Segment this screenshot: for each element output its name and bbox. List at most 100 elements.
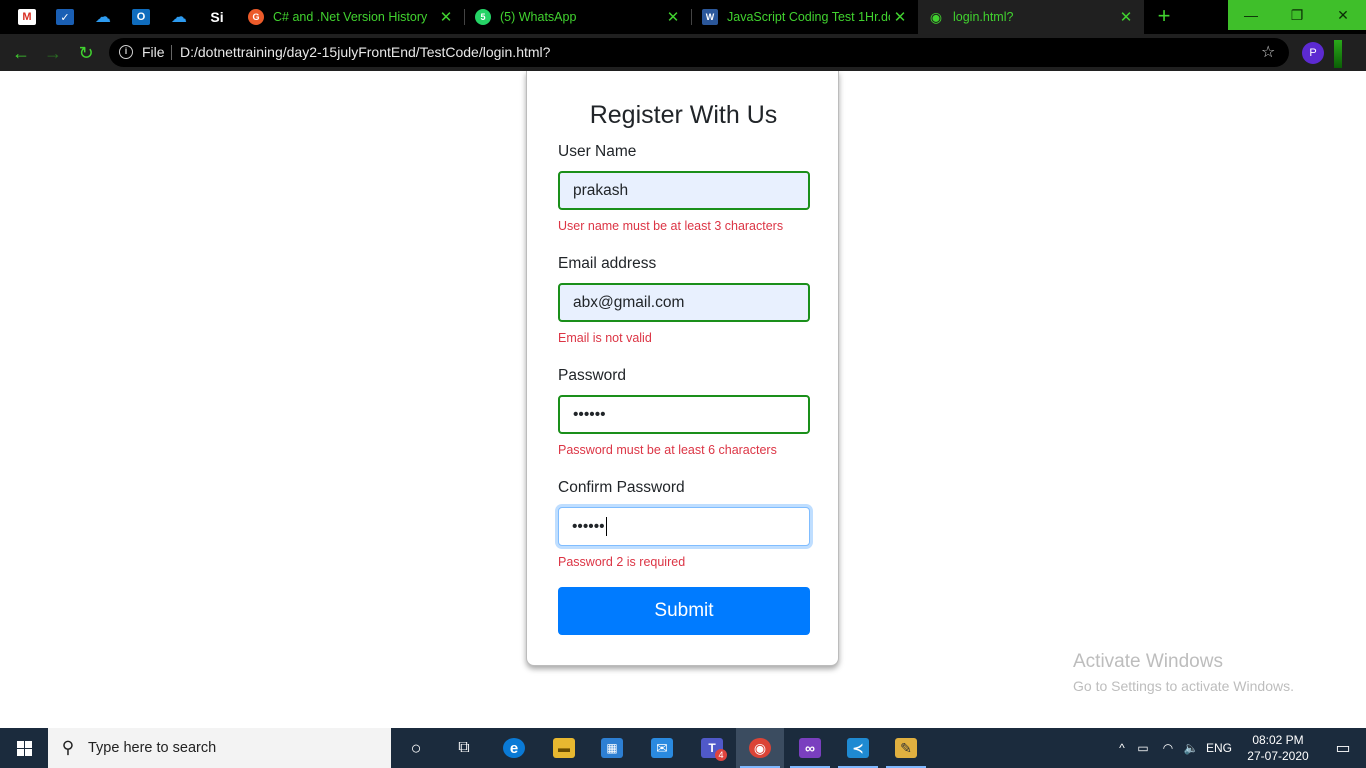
tab-title: login.html? [953,10,1014,24]
tab-csharp-history[interactable]: G C# and .Net Version History ✕ [238,0,464,34]
pinned-tab-app[interactable]: ✓ [46,0,84,34]
tab-javascript-test-doc[interactable]: W JavaScript Coding Test 1Hr.doc ✕ [692,0,918,34]
forward-button[interactable]: → [40,41,66,65]
app-icon: ✓ [56,9,74,25]
minimize-button[interactable]: — [1228,0,1274,30]
vscode-icon: ≺ [847,738,869,758]
taskbar-teams[interactable]: T 4 [688,728,736,768]
watermark-subtitle: Go to Settings to activate Windows. [1073,678,1294,694]
mail-icon: ✉ [651,738,673,758]
outlook-icon: O [132,9,150,25]
edge-icon: e [503,738,525,758]
file-explorer-icon: ▬ [553,738,575,758]
gmail-icon: M [18,9,36,25]
search-icon: ⚲ [61,738,75,757]
address-bar[interactable]: i File D:/dotnettraining/day2-15julyFron… [109,38,1289,67]
paint-icon: ✎ [895,738,917,758]
bookmark-star-icon[interactable]: ☆ [1261,42,1275,62]
back-button[interactable]: ← [8,41,34,65]
restore-button[interactable]: ❐ [1274,0,1320,30]
close-icon[interactable]: ✕ [436,8,456,26]
password-input[interactable]: •••••• [558,395,810,434]
whatsapp-icon: 5 [475,9,491,25]
windows-taskbar: ⚲ Type here to search ○ ⧉ e ▬ ▦ ✉ T 4 ◉ … [0,728,1366,768]
confirm-password-label: Confirm Password [558,479,685,496]
pinned-tab-onedrive[interactable]: ☁ [84,0,122,34]
cortana-button[interactable]: ○ [392,728,440,768]
activate-windows-watermark: Activate Windows Go to Settings to activ… [1073,651,1294,694]
pinned-tab-gmail[interactable]: M [8,0,46,34]
email-label: Email address [558,255,657,272]
task-view-icon: ⧉ [458,739,470,756]
address-url[interactable]: D:/dotnettraining/day2-15julyFrontEnd/Te… [180,44,550,60]
taskbar-mail[interactable]: ✉ [638,728,686,768]
pinned-tab-onedrive-2[interactable]: ☁ [160,0,198,34]
taskbar-paint[interactable]: ✎ [882,728,930,768]
onedrive-icon: ☁ [171,9,187,26]
close-icon[interactable]: ✕ [663,8,683,26]
confirm-password-error: Password 2 is required [558,555,686,569]
info-icon[interactable]: i [119,45,133,59]
clock-date: 27-07-2020 [1247,749,1309,763]
globe-icon: ◉ [929,8,943,25]
pinned-tab-app-2[interactable]: Si [198,0,236,34]
email-input[interactable]: abx@gmail.com [558,283,810,322]
teams-badge: 4 [715,749,727,761]
taskbar-chrome[interactable]: ◉ [736,728,784,768]
close-window-button[interactable]: ✕ [1320,0,1366,30]
visual-studio-icon: ∞ [799,738,821,758]
taskbar-search-box[interactable]: ⚲ Type here to search [48,728,391,768]
chrome-icon: ◉ [749,738,771,758]
submit-button[interactable]: Submit [558,587,810,635]
page-viewport: Register With Us User Name prakash User … [0,71,1366,728]
pinned-tab-outlook[interactable]: O [122,0,160,34]
taskbar-store[interactable]: ▦ [588,728,636,768]
wifi-icon[interactable]: ◠ [1156,741,1180,755]
password-value: •••••• [573,405,606,423]
chevron-up-icon[interactable]: ^ [1114,741,1130,755]
text-caret [605,517,607,536]
language-indicator[interactable]: ENG [1202,741,1236,755]
tab-login-html[interactable]: ◉ login.html? ✕ [918,0,1144,34]
tab-title: JavaScript Coding Test 1Hr.doc [727,10,890,24]
close-icon[interactable]: ✕ [1116,8,1136,26]
new-tab-button[interactable]: + [1152,5,1176,29]
taskbar-clock[interactable]: 08:02 PM 27-07-2020 [1240,732,1316,764]
email-error: Email is not valid [558,331,652,345]
tab-title: (5) WhatsApp [500,10,577,24]
notification-center-icon[interactable]: ▭ [1320,728,1366,768]
profile-avatar[interactable]: P [1302,42,1324,64]
username-error: User name must be at least 3 characters [558,219,784,233]
close-icon[interactable]: ✕ [890,8,910,26]
tab-favicon-icon: G [248,9,264,25]
username-input[interactable]: prakash [558,171,810,210]
word-icon: W [702,9,718,25]
username-label: User Name [558,143,637,160]
app-icon: Si [210,9,224,25]
taskbar-file-explorer[interactable]: ▬ [540,728,588,768]
start-button[interactable] [0,728,48,768]
taskbar-visual-studio[interactable]: ∞ [786,728,834,768]
confirm-password-input[interactable]: •••••• [558,507,810,546]
volume-icon[interactable]: 🔈 [1180,741,1202,755]
clock-time: 08:02 PM [1252,733,1304,747]
watermark-title: Activate Windows [1073,651,1223,672]
battery-icon[interactable]: ▭ [1130,741,1156,755]
windows-logo-icon [16,740,32,756]
form-title: Register With Us [589,101,778,129]
menu-icon[interactable] [1334,40,1342,68]
tab-title: C# and .Net Version History [273,10,428,24]
taskbar-vscode[interactable]: ≺ [834,728,882,768]
password-error: Password must be at least 6 characters [558,443,777,457]
taskbar-edge[interactable]: e [490,728,538,768]
reload-button[interactable]: ↻ [73,41,99,65]
address-divider [171,45,172,60]
tab-whatsapp[interactable]: 5 (5) WhatsApp ✕ [465,0,691,34]
system-tray: ^ ▭ ◠ 🔈 ENG [1114,728,1236,768]
task-view-button[interactable]: ⧉ [440,728,488,768]
cortana-icon: ○ [410,737,422,758]
search-placeholder: Type here to search [88,740,217,756]
register-form-card: Register With Us User Name prakash User … [526,71,839,666]
password-label: Password [558,367,627,384]
email-value: abx@gmail.com [573,293,685,311]
